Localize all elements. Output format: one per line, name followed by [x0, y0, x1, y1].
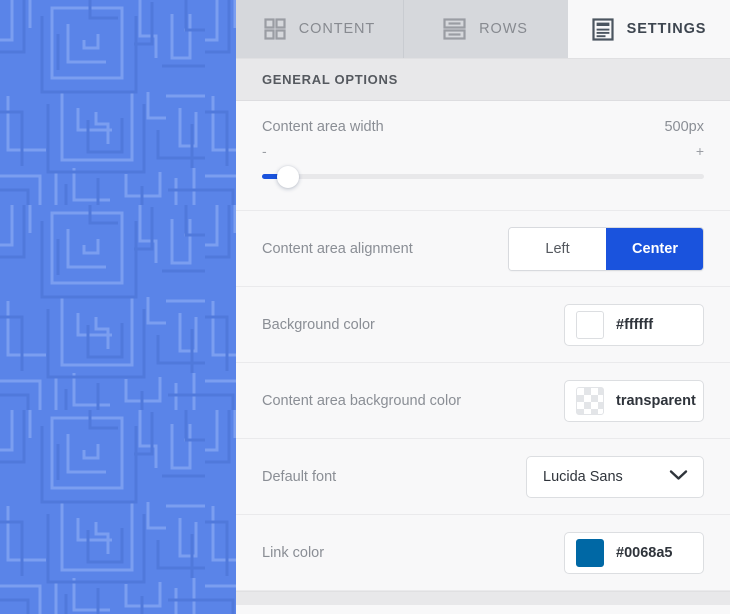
row-content-area-background-color: Content area background color transparen… — [236, 363, 730, 439]
settings-panel: CONTENT ROWS — [236, 0, 730, 614]
tab-rows[interactable]: ROWS — [403, 0, 568, 58]
link-color-swatch[interactable] — [576, 539, 604, 567]
row-background-color: Background color #ffffff — [236, 287, 730, 363]
document-icon — [592, 18, 614, 41]
settings-screen: CONTENT ROWS — [0, 0, 730, 614]
row-content-area-alignment: Content area alignment Left Center — [236, 211, 730, 287]
slider-track[interactable] — [262, 174, 704, 179]
alignment-option-left[interactable]: Left — [509, 228, 606, 270]
grid-icon — [264, 18, 286, 40]
default-font-value: Lucida Sans — [543, 469, 623, 485]
alignment-segmented-control: Left Center — [508, 227, 704, 271]
panel-tab-bar: CONTENT ROWS — [236, 0, 730, 58]
content-area-background-color-label: Content area background color — [262, 393, 461, 409]
email-preview-canvas[interactable] — [0, 0, 236, 614]
tab-settings[interactable]: SETTINGS — [568, 0, 730, 58]
alignment-option-center[interactable]: Center — [606, 228, 703, 270]
content-area-alignment-label: Content area alignment — [262, 241, 413, 257]
section-header-general-options: GENERAL OPTIONS — [236, 58, 730, 101]
link-color-picker[interactable]: #0068a5 — [564, 532, 704, 574]
section-title: GENERAL OPTIONS — [262, 72, 398, 87]
row-content-area-width: Content area width 500px - + — [236, 101, 730, 211]
background-color-value: #ffffff — [616, 317, 653, 333]
link-color-label: Link color — [262, 545, 324, 561]
content-area-background-color-value: transparent — [616, 393, 696, 409]
background-color-picker[interactable]: #ffffff — [564, 304, 704, 346]
content-area-background-color-picker[interactable]: transparent — [564, 380, 704, 422]
next-section-header-peek — [236, 591, 730, 605]
default-font-label: Default font — [262, 469, 336, 485]
rows-icon — [443, 18, 466, 40]
row-default-font: Default font Lucida Sans — [236, 439, 730, 515]
default-font-select[interactable]: Lucida Sans — [526, 456, 704, 498]
maze-pattern-background — [0, 0, 236, 614]
tab-content[interactable]: CONTENT — [236, 0, 403, 58]
row-link-color: Link color #0068a5 — [236, 515, 730, 591]
background-color-label: Background color — [262, 317, 375, 333]
slider-increase-button[interactable]: + — [696, 144, 704, 158]
background-color-swatch[interactable] — [576, 311, 604, 339]
content-area-width-slider[interactable] — [262, 166, 704, 188]
content-area-width-label: Content area width — [262, 119, 384, 135]
tab-content-label: CONTENT — [299, 21, 375, 37]
content-area-background-color-swatch[interactable] — [576, 387, 604, 415]
tab-settings-label: SETTINGS — [627, 21, 707, 37]
link-color-value: #0068a5 — [616, 545, 672, 561]
chevron-down-icon — [669, 468, 688, 486]
slider-decrease-button[interactable]: - — [262, 144, 267, 158]
slider-handle[interactable] — [277, 166, 299, 188]
options-list: Content area width 500px - + Content are… — [236, 101, 730, 605]
tab-rows-label: ROWS — [479, 21, 528, 37]
content-area-width-value: 500px — [664, 119, 704, 135]
